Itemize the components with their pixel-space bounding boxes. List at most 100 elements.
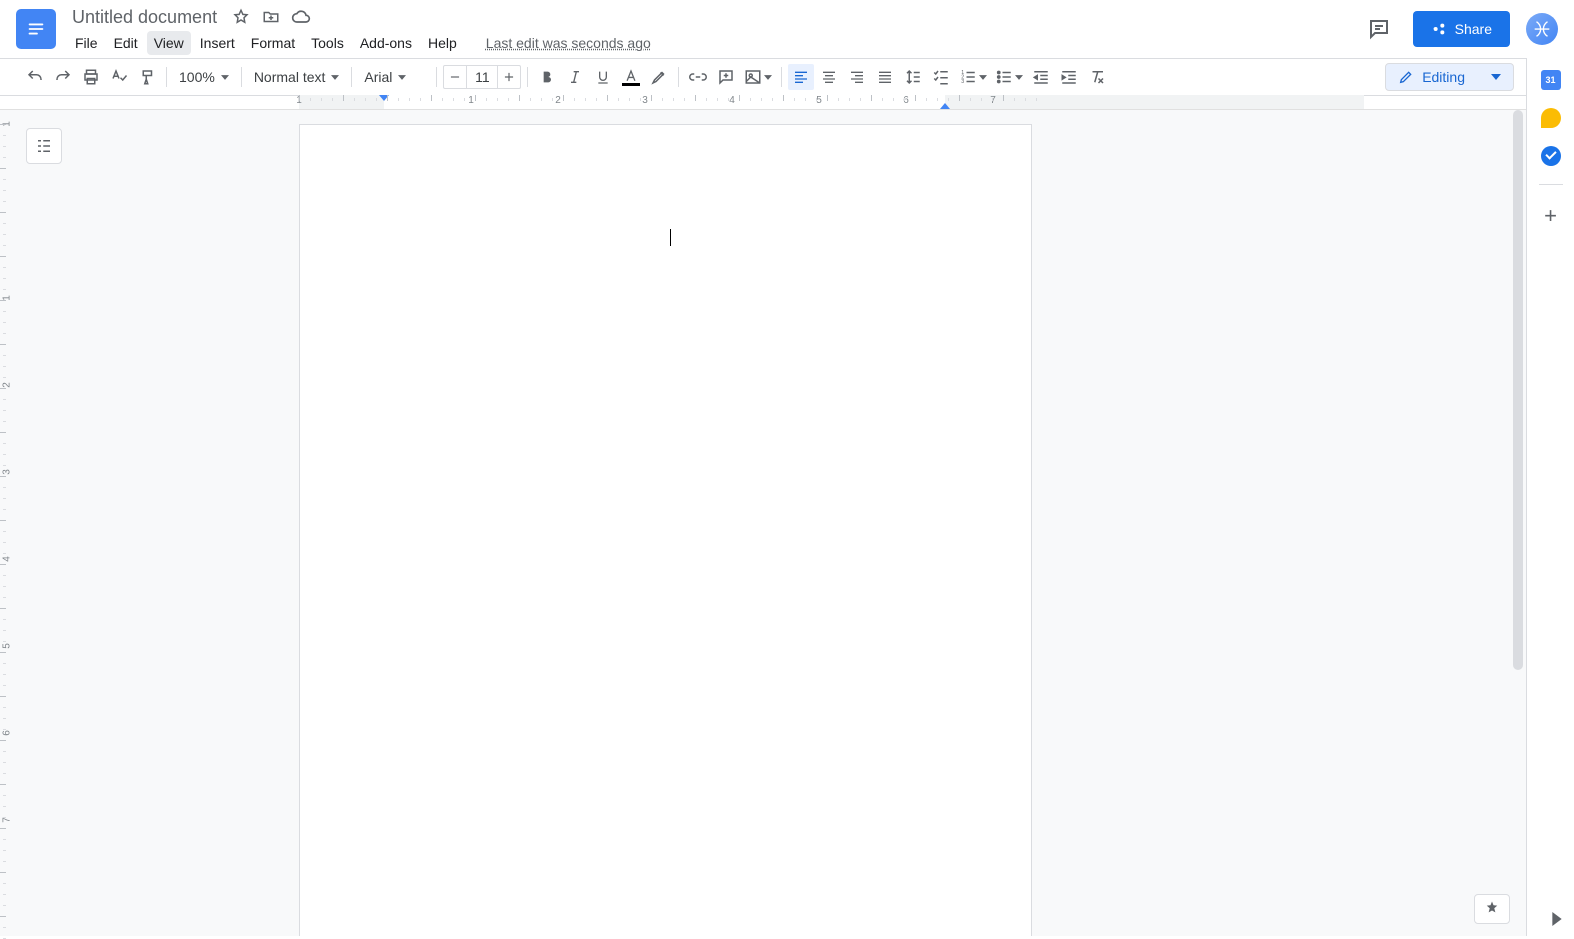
line-spacing-button[interactable] [900,64,926,90]
toolbar-separator [436,67,437,87]
ruler-tick [1014,98,1015,101]
font-select[interactable]: Arial [358,66,430,88]
right-indent-marker[interactable] [940,103,950,109]
ruler-tick [3,399,6,400]
checklist-button[interactable] [928,64,954,90]
zoom-select[interactable]: 100% [173,66,235,88]
align-center-button[interactable] [816,64,842,90]
numbered-list-button[interactable]: 123 [956,64,990,90]
ruler-tick [3,333,6,334]
horizontal-ruler[interactable]: 1 1 2 3 4 5 6 7 [0,96,1574,110]
menu-file[interactable]: File [68,31,105,55]
last-edit-link[interactable]: Last edit was seconds ago [486,35,651,51]
vertical-ruler[interactable]: 1 1 2 3 4 5 6 7 [0,110,15,936]
clear-formatting-button[interactable] [1084,64,1110,90]
paint-format-button[interactable] [134,64,160,90]
insert-image-button[interactable] [741,64,775,90]
open-comments-button[interactable] [1361,11,1397,47]
ruler-tick [0,696,6,697]
ruler-tick [772,98,773,101]
font-size-input[interactable] [466,66,498,88]
ruler-tick [3,355,6,356]
share-button[interactable]: Share [1413,11,1510,47]
menu-tools[interactable]: Tools [304,31,351,55]
ruler-tick [321,98,322,101]
ruler-number: 3 [1,469,12,475]
calendar-app-icon[interactable] [1541,70,1561,90]
ruler-tick [508,98,509,101]
vertical-scrollbar[interactable] [1510,110,1525,740]
bulleted-list-button[interactable] [992,64,1026,90]
ruler-number: 3 [642,95,648,106]
ruler-tick [3,751,6,752]
hide-sidepanel-button[interactable] [1552,912,1562,926]
print-button[interactable] [78,64,104,90]
ruler-tick [3,234,6,235]
insert-comment-button[interactable] [713,64,739,90]
align-left-button[interactable] [788,64,814,90]
scrollbar-thumb[interactable] [1513,110,1523,670]
font-size-increase-button[interactable] [498,66,520,88]
align-justify-button[interactable] [872,64,898,90]
ruler-tick [992,98,993,101]
italic-button[interactable] [562,64,588,90]
svg-text:3: 3 [962,79,965,85]
ruler-tick [552,98,553,101]
menu-view[interactable]: View [147,31,191,55]
ruler-number: 6 [1,730,12,736]
paragraph-style-select[interactable]: Normal text [248,66,346,88]
tasks-app-icon[interactable] [1541,146,1561,166]
show-outline-button[interactable] [26,128,62,164]
ruler-tick [695,95,696,101]
redo-button[interactable] [50,64,76,90]
spellcheck-button[interactable] [106,64,132,90]
add-apps-button[interactable]: + [1544,203,1557,229]
ruler-number: 4 [729,95,735,106]
menu-addons[interactable]: Add-ons [353,31,419,55]
ruler-tick [3,773,6,774]
cloud-saved-icon[interactable] [291,7,311,27]
ruler-tick [0,256,6,257]
account-avatar[interactable] [1526,13,1558,45]
ruler-tick [3,322,6,323]
menu-edit[interactable]: Edit [107,31,145,55]
toolbar: 100% Normal text Arial 123 [0,58,1574,96]
ruler-tick [3,465,6,466]
insert-link-button[interactable] [685,64,711,90]
ruler-tick [838,98,839,101]
move-icon[interactable] [261,7,281,27]
ruler-tick [3,278,6,279]
menu-help[interactable]: Help [421,31,464,55]
menu-insert[interactable]: Insert [193,31,242,55]
menu-format[interactable]: Format [244,31,302,55]
ruler-tick [882,98,883,101]
ruler-tick [3,135,6,136]
bold-button[interactable] [534,64,560,90]
ruler-tick [3,410,6,411]
ruler-tick [970,98,971,101]
font-size-decrease-button[interactable] [444,66,466,88]
ruler-tick [398,98,399,101]
editing-mode-button[interactable]: Editing [1385,63,1514,91]
ruler-tick [354,98,355,101]
text-color-button[interactable] [618,69,644,86]
increase-indent-button[interactable] [1056,64,1082,90]
ruler-tick [3,685,6,686]
toolbar-separator [351,67,352,87]
decrease-indent-button[interactable] [1028,64,1054,90]
keep-app-icon[interactable] [1541,108,1561,128]
underline-button[interactable] [590,64,616,90]
toolbar-separator [781,67,782,87]
document-page[interactable] [299,124,1032,936]
ruler-tick [0,872,6,873]
ruler-tick [794,98,795,101]
explore-button[interactable] [1474,894,1510,924]
docs-logo[interactable] [16,9,56,49]
document-title[interactable]: Untitled document [68,5,221,30]
align-right-button[interactable] [844,64,870,90]
ruler-tick [0,212,6,213]
star-icon[interactable] [231,7,251,27]
highlight-button[interactable] [646,64,672,90]
ruler-tick [0,344,6,345]
undo-button[interactable] [22,64,48,90]
